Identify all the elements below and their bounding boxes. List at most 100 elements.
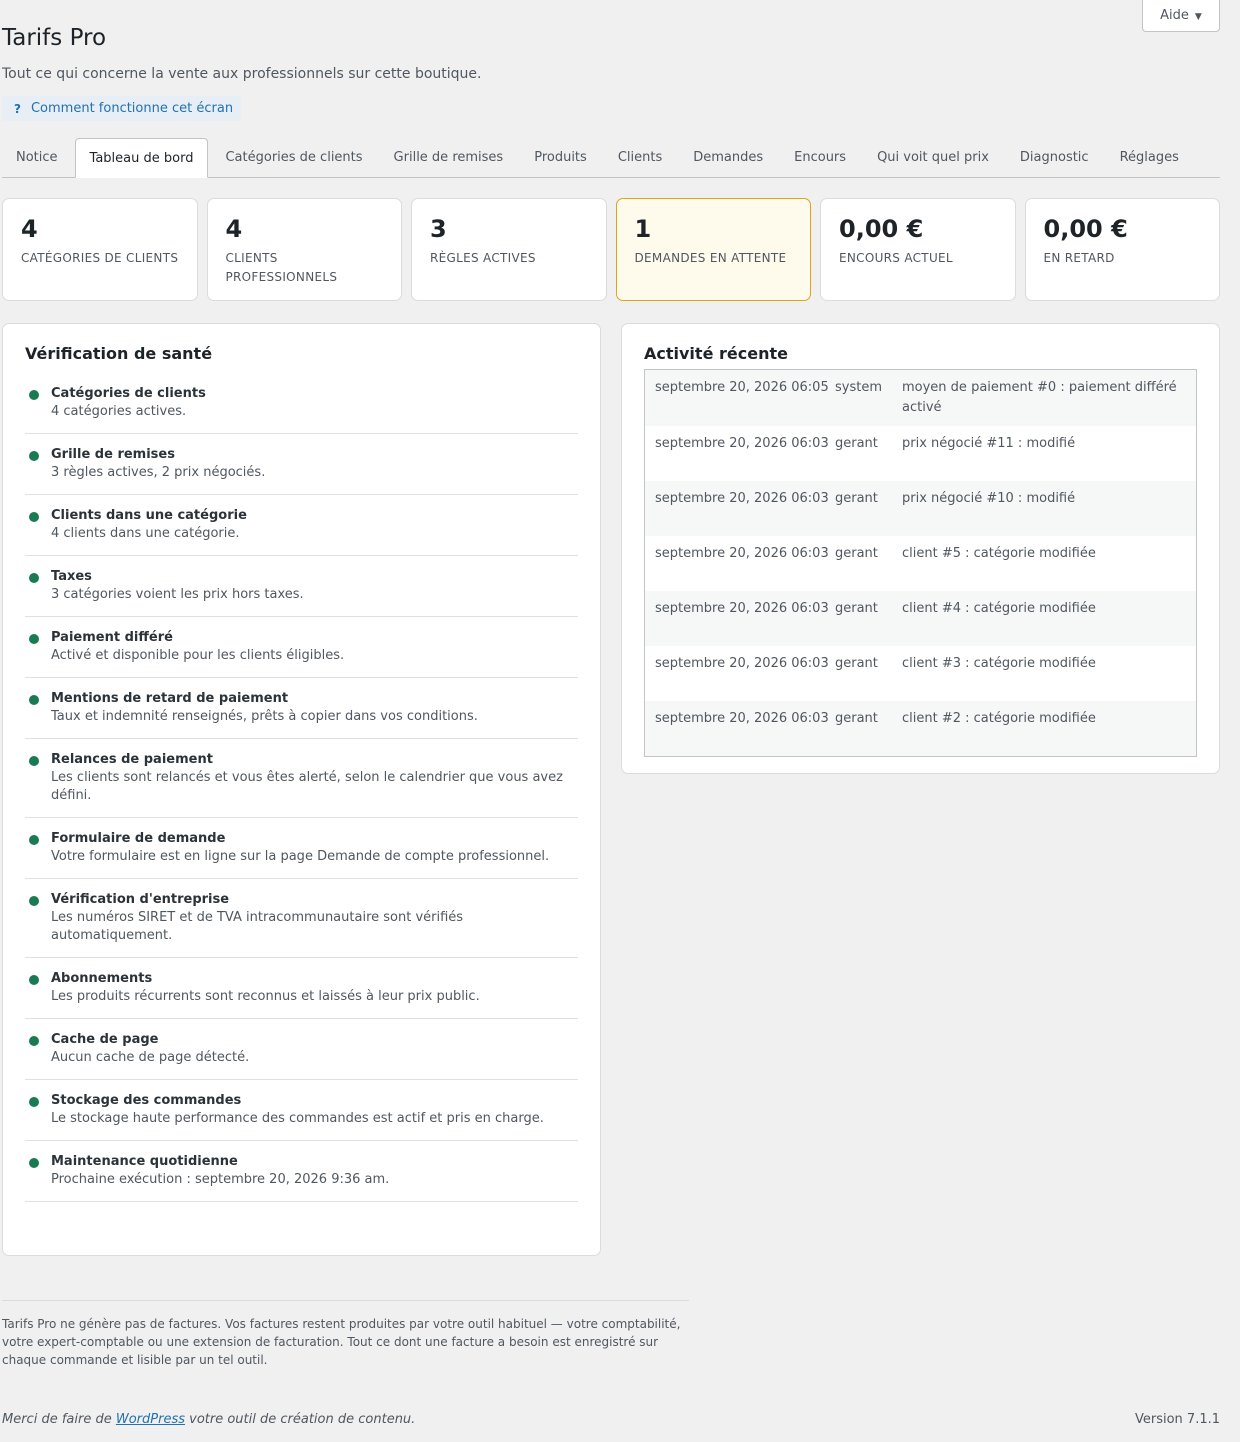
tab-requests[interactable]: Demandes [679, 138, 777, 177]
stat-label: Encours actuel [839, 251, 953, 265]
activity-date: septembre 20, 2026 06:03 [655, 436, 829, 451]
status-ok-icon [29, 1097, 39, 1107]
health-check-item: Stockage des commandes Le stockage haute … [25, 1092, 578, 1141]
status-ok-icon [29, 390, 39, 400]
health-check-panel: Vérification de santé Catégories de clie… [2, 323, 601, 1256]
tab-customer-categories[interactable]: Catégories de clients [211, 138, 376, 177]
status-ok-icon [29, 756, 39, 766]
activity-date: septembre 20, 2026 06:03 [655, 546, 829, 561]
activity-date: septembre 20, 2026 06:03 [655, 601, 829, 616]
tab-clients[interactable]: Clients [604, 138, 676, 177]
activity-table: septembre 20, 2026 06:05 system moyen de p… [644, 369, 1197, 757]
check-desc: 3 règles actives, 2 prix négociés. [51, 465, 266, 480]
tab-dashboard[interactable]: Tableau de bord [74, 138, 209, 178]
activity-message: moyen de paiement #0 : paiement différé … [902, 380, 1177, 415]
question-icon: ? [14, 101, 21, 116]
status-ok-icon [29, 512, 39, 522]
table-row: septembre 20, 2026 06:03 gerant prix négoc… [645, 481, 1196, 536]
activity-user: gerant [835, 601, 878, 616]
tab-who-sees-which-price[interactable]: Qui voit quel prix [863, 138, 1003, 177]
health-check-item: Grille de remises 3 règles actives, 2 pri… [25, 446, 578, 495]
tab-products[interactable]: Produits [520, 138, 601, 177]
health-check-item: Relances de paiement Les clients sont rel… [25, 751, 578, 818]
page-title: Tarifs Pro [2, 25, 107, 51]
activity-message: prix négocié #11 : modifié [902, 436, 1076, 451]
check-desc: Taux et indemnité renseignés, prêts à co… [51, 709, 478, 724]
check-title: Relances de paiement [51, 752, 213, 767]
health-check-list: Catégories de clients 4 catégories active… [25, 385, 578, 1202]
health-check-item: Formulaire de demande Votre formulaire es… [25, 830, 578, 879]
activity-date: septembre 20, 2026 06:03 [655, 491, 829, 506]
check-desc: 4 clients dans une catégorie. [51, 526, 240, 541]
tab-outstanding[interactable]: Encours [780, 138, 860, 177]
wordpress-thanks: Merci de faire de WordPress votre outil … [2, 1412, 415, 1427]
stat-value: 4 [225, 215, 243, 243]
table-row: septembre 20, 2026 06:03 gerant client #2 … [645, 701, 1196, 756]
stat-card-active-rules: 3 Règles actives [411, 198, 607, 301]
check-title: Stockage des commandes [51, 1093, 242, 1108]
activity-user: gerant [835, 546, 878, 561]
check-title: Mentions de retard de paiement [51, 691, 289, 706]
tab-settings[interactable]: Réglages [1106, 138, 1193, 177]
health-check-item: Abonnements Les produits récurrents sont … [25, 970, 578, 1019]
health-check-item: Taxes 3 catégories voient les prix hors t… [25, 568, 578, 617]
activity-message: client #3 : catégorie modifiée [902, 656, 1096, 671]
status-ok-icon [29, 695, 39, 705]
tab-diagnostic[interactable]: Diagnostic [1006, 138, 1103, 177]
how-it-works-label: Comment fonctionne cet écran [30, 101, 234, 116]
health-check-item: Vérification d'entreprise Les numéros SIR… [25, 891, 578, 958]
tab-bar: Notice Tableau de bord Catégories de cli… [2, 138, 1220, 178]
health-check-item: Paiement différé Activé et disponible pou… [25, 629, 578, 678]
health-check-item: Cache de page Aucun cache de page détecté… [25, 1031, 578, 1080]
stat-label: Demandes en attente [634, 251, 787, 265]
how-it-works-link[interactable]: ? Comment fonctionne cet écran [2, 96, 242, 121]
status-ok-icon [29, 1036, 39, 1046]
health-check-item: Clients dans une catégorie 4 clients dans… [25, 507, 578, 556]
wordpress-link[interactable]: WordPress [116, 1412, 185, 1427]
tab-discount-grid[interactable]: Grille de remises [380, 138, 518, 177]
help-button-label: Aide [1160, 8, 1189, 23]
stat-label: Catégories de clients [21, 251, 179, 265]
status-ok-icon [29, 573, 39, 583]
stat-value: 0,00 € [839, 215, 924, 243]
activity-date: septembre 20, 2026 06:05 [655, 380, 829, 395]
activity-message: client #2 : catégorie modifiée [902, 711, 1096, 726]
help-button[interactable]: Aide ▼ [1142, 0, 1220, 32]
status-ok-icon [29, 451, 39, 461]
table-row: septembre 20, 2026 06:03 gerant client #4 … [645, 591, 1196, 646]
version-label: Version 7.1.1 [1134, 1412, 1220, 1427]
caret-down-icon: ▼ [1194, 11, 1202, 22]
stat-value: 1 [634, 215, 652, 243]
health-check-title: Vérification de santé [25, 344, 213, 363]
check-title: Paiement différé [51, 630, 173, 645]
table-row: septembre 20, 2026 06:05 system moyen de p… [645, 370, 1196, 426]
stats-row: 4 Catégories de clients 4 Clients profes… [2, 198, 1220, 301]
check-title: Formulaire de demande [51, 831, 226, 846]
stat-card-overdue: 0,00 € En retard [1024, 198, 1220, 301]
tab-notice[interactable]: Notice [2, 138, 72, 177]
recent-activity-title: Activité récente [644, 344, 788, 363]
activity-message: client #5 : catégorie modifiée [902, 546, 1096, 561]
check-title: Vérification d'entreprise [51, 892, 230, 907]
status-ok-icon [29, 634, 39, 644]
recent-activity-panel: Activité récente septembre 20, 2026 06:0… [621, 323, 1220, 774]
status-ok-icon [29, 835, 39, 845]
check-title: Catégories de clients [51, 386, 206, 401]
stat-card-current-outstanding: 0,00 € Encours actuel [820, 198, 1016, 301]
activity-user: gerant [835, 491, 878, 506]
check-desc: Les numéros SIRET et de TVA intracommuna… [51, 910, 464, 943]
check-desc: Les clients sont relancés et vous êtes a… [51, 770, 563, 803]
stat-label: En retard [1043, 251, 1115, 265]
activity-user: gerant [835, 656, 878, 671]
stat-label: Règles actives [430, 251, 536, 265]
check-desc: Les produits récurrents sont reconnus et… [51, 989, 480, 1004]
status-ok-icon [29, 1158, 39, 1168]
activity-message: prix négocié #10 : modifié [902, 491, 1076, 506]
stat-value: 3 [430, 215, 447, 243]
activity-date: septembre 20, 2026 06:03 [655, 656, 829, 671]
check-desc: 4 catégories actives. [51, 404, 187, 419]
table-row: septembre 20, 2026 06:03 gerant prix négoc… [645, 426, 1196, 481]
check-desc: 3 catégories voient les prix hors taxes. [51, 587, 304, 602]
activity-user: system [835, 380, 882, 395]
stat-card-pro-clients: 4 Clients professionnels [206, 198, 402, 301]
